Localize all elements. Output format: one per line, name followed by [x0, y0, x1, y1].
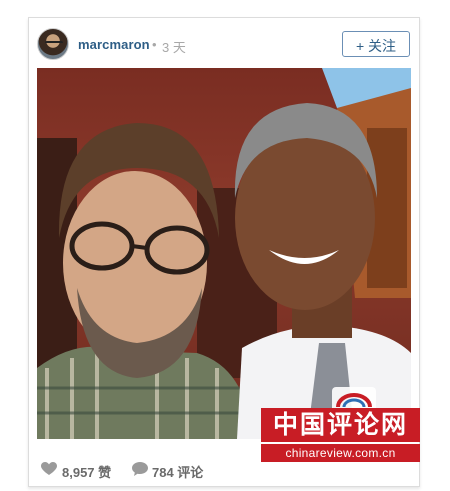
post-time: 3 天 [162, 40, 186, 55]
speech-bubble-icon[interactable] [132, 462, 148, 476]
watermark-url: chinareview.com.cn [261, 444, 420, 462]
photo-scene [37, 68, 411, 439]
watermark-title: 中国评论网 [261, 408, 420, 442]
site-watermark: 中国评论网 chinareview.com.cn [261, 408, 420, 462]
avatar-glasses-detail [45, 41, 63, 48]
post-photo[interactable] [37, 68, 411, 439]
heart-icon[interactable] [41, 462, 57, 476]
post-header: marcmaron • 3 天 + 关注 [29, 18, 419, 70]
meta-separator: • [152, 37, 157, 52]
username-link[interactable]: marcmaron [78, 37, 150, 52]
user-avatar[interactable] [37, 28, 69, 60]
comments-count[interactable]: 784 评论 [152, 462, 203, 481]
likes-count[interactable]: 8,957 赞 [62, 462, 111, 481]
follow-button[interactable]: + 关注 [342, 31, 410, 57]
